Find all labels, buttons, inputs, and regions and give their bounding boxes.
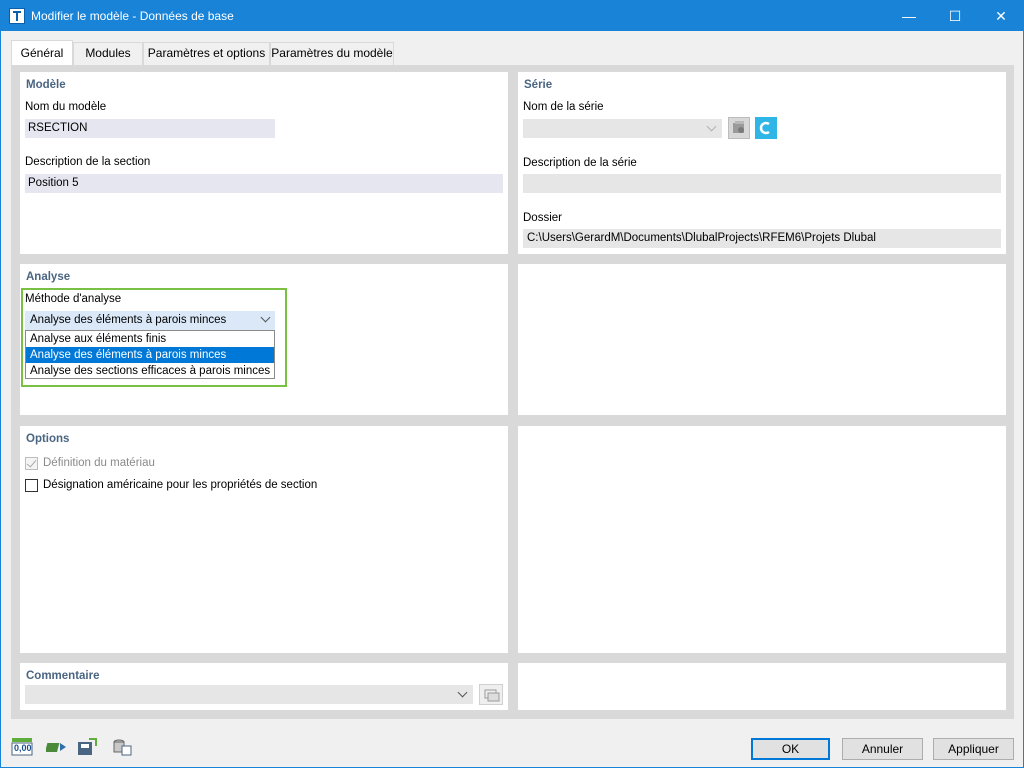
section-title-serie: Série	[524, 79, 553, 91]
comment-library-icon[interactable]	[479, 684, 503, 705]
panel-commentaire: Commentaire	[20, 663, 508, 710]
panel-serie: Série Nom de la série Description de la …	[518, 72, 1006, 254]
panel-modele: Modèle Nom du modèle RSECTION Descriptio…	[20, 72, 508, 254]
section-description-label: Description de la section	[25, 156, 151, 168]
close-button[interactable]: ✕	[978, 1, 1023, 31]
maximize-button[interactable]: ☐	[932, 1, 978, 31]
dialog-window: Modifier le modèle - Données de base — ☐…	[0, 0, 1024, 768]
folder-label: Dossier	[523, 212, 562, 224]
tab-parametres-modele[interactable]: Paramètres du modèle	[270, 42, 394, 65]
units-icon-text: 0,00	[14, 743, 32, 753]
panel-options-right	[518, 426, 1006, 653]
series-name-select[interactable]	[523, 119, 722, 138]
series-description-field[interactable]	[523, 174, 1001, 193]
series-edit-icon[interactable]	[755, 117, 777, 139]
series-library-icon[interactable]	[728, 117, 750, 139]
section-title-analyse: Analyse	[26, 271, 71, 283]
minimize-button[interactable]: —	[886, 1, 932, 31]
dropdown-option-selected[interactable]: Analyse des éléments à parois minces	[26, 347, 274, 363]
section-title-options: Options	[26, 433, 70, 445]
tab-modules[interactable]: Modules	[73, 42, 143, 65]
analysis-method-select[interactable]: Analyse des éléments à parois minces	[25, 311, 275, 330]
american-designation-label: Désignation américaine pour les propriét…	[43, 479, 318, 491]
model-name-field[interactable]: RSECTION	[25, 119, 275, 138]
series-description-label: Description de la série	[523, 157, 637, 169]
tab-parametres-options[interactable]: Paramètres et options	[143, 42, 270, 65]
material-definition-checkbox[interactable]	[25, 457, 38, 470]
panel-options: Options Définition du matériau Désignati…	[20, 426, 508, 653]
analysis-method-list: Analyse aux éléments finis Analyse des é…	[25, 330, 275, 379]
folder-field[interactable]: C:\Users\GerardM\Documents\DlubalProject…	[523, 229, 1001, 248]
window-title: Modifier le modèle - Données de base	[31, 9, 234, 23]
database-icon[interactable]	[111, 737, 133, 757]
model-name-label: Nom du modèle	[25, 101, 107, 113]
tab-general[interactable]: Général	[11, 40, 73, 65]
app-icon	[9, 8, 25, 24]
section-title-commentaire: Commentaire	[26, 670, 100, 682]
series-name-label: Nom de la série	[523, 101, 604, 113]
export-icon[interactable]	[44, 737, 68, 757]
section-title-modele: Modèle	[26, 79, 66, 91]
american-designation-checkbox[interactable]	[25, 479, 38, 492]
panel-analyse-right	[518, 264, 1006, 415]
units-icon[interactable]: 0,00	[11, 737, 33, 757]
dropdown-option[interactable]: Analyse aux éléments finis	[26, 331, 274, 347]
apply-button[interactable]: Appliquer	[933, 738, 1014, 760]
material-definition-label: Définition du matériau	[43, 457, 155, 469]
ok-button[interactable]: OK	[751, 738, 830, 760]
section-description-field[interactable]: Position 5	[25, 174, 503, 193]
title-bar: Modifier le modèle - Données de base — ☐…	[1, 1, 1023, 31]
save-template-icon[interactable]	[76, 737, 98, 757]
comment-select[interactable]	[25, 685, 473, 704]
cancel-button[interactable]: Annuler	[842, 738, 923, 760]
dropdown-option[interactable]: Analyse des sections efficaces à parois …	[26, 363, 274, 379]
panel-commentaire-right	[518, 663, 1006, 710]
